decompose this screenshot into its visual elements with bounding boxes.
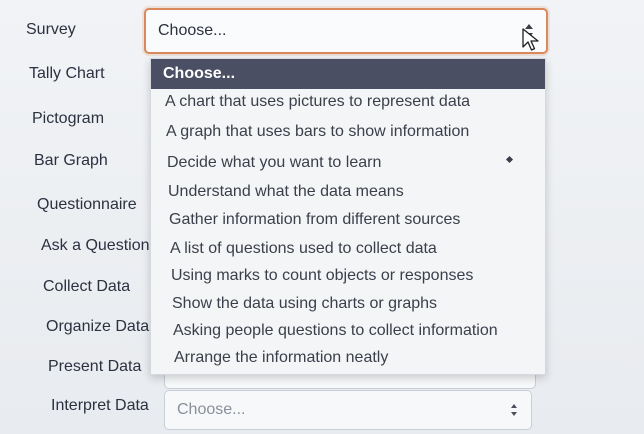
survey-answer-select[interactable]: Choose... — [144, 8, 548, 54]
dropdown-option-choose[interactable]: Choose... — [151, 59, 545, 89]
term-questionnaire: Questionnaire — [37, 196, 137, 213]
dropdown-option[interactable]: Show the data using charts or graphs — [151, 295, 545, 313]
term-bar-graph: Bar Graph — [34, 152, 108, 169]
dropdown-option[interactable]: Decide what you want to learn — [151, 154, 545, 172]
term-organize-data: Organize Data — [46, 318, 150, 335]
term-tally-chart: Tally Chart — [29, 65, 105, 82]
dropdown-option[interactable]: Arrange the information neatly — [151, 349, 545, 367]
term-pictogram: Pictogram — [32, 110, 105, 127]
survey-select-value: Choose... — [158, 22, 227, 39]
mouse-cursor-icon — [522, 28, 539, 51]
term-present-data: Present Data — [48, 358, 142, 375]
matching-question: Survey Tally Chart Pictogram Bar Graph Q… — [0, 0, 644, 434]
sort-arrows-icon — [511, 404, 517, 416]
dropdown-option[interactable]: Using marks to count objects or response… — [151, 267, 545, 285]
dropdown-option[interactable]: Gather information from different source… — [151, 211, 545, 229]
term-survey: Survey — [26, 21, 76, 38]
term-interpret-data: Interpret Data — [51, 397, 149, 414]
interpret-data-select[interactable]: Choose... — [164, 390, 532, 430]
dropdown-option[interactable]: Understand what the data means — [151, 183, 545, 201]
interpret-select-value: Choose... — [177, 401, 246, 418]
dropdown-option[interactable]: A list of questions used to collect data — [151, 240, 545, 258]
dropdown-option[interactable]: Asking people questions to collect infor… — [151, 322, 545, 340]
dropdown-option[interactable]: A graph that uses bars to show informati… — [151, 123, 545, 141]
term-collect-data: Collect Data — [43, 278, 131, 295]
term-ask-a-question: Ask a Question — [41, 237, 150, 254]
dropdown-option[interactable]: A chart that uses pictures to represent … — [151, 93, 545, 111]
answer-dropdown-list: Choose... A chart that uses pictures to … — [150, 58, 546, 375]
